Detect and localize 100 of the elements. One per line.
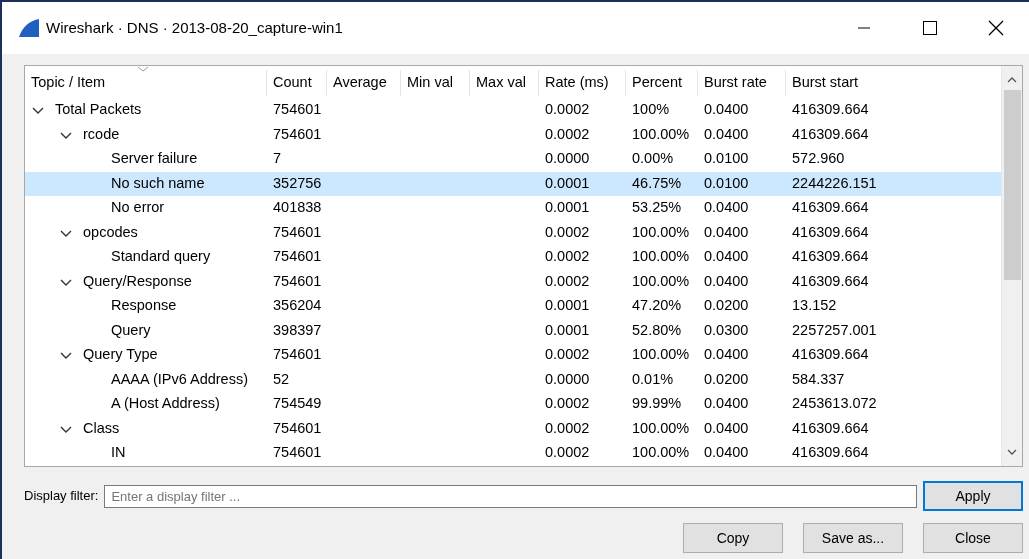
tree-row[interactable]: Query/Response 754601 0.0002 100.00% 0.0400 416309.664 bbox=[25, 269, 1001, 294]
table-cell-text: 416309.664 bbox=[791, 345, 870, 365]
table-cell-text: 356204 bbox=[272, 296, 323, 316]
tree-item-label: No such name bbox=[111, 173, 205, 193]
table-cell-text: 754601 bbox=[272, 100, 323, 120]
table-cell-text: 47.20% bbox=[631, 296, 683, 316]
table-cell-text: 416309.664 bbox=[791, 443, 870, 463]
sort-indicator-icon bbox=[137, 66, 149, 72]
table-cell-text: 100.00% bbox=[631, 271, 691, 291]
table-cell-text: 416309.664 bbox=[791, 124, 870, 144]
table-cell-text: 2453613.072 bbox=[791, 394, 878, 414]
tree-row[interactable]: Total Packets 754601 0.0002 100% 0.0400 416309.664 bbox=[25, 98, 1001, 123]
table-cell-text: 100.00% bbox=[631, 345, 691, 365]
table-cell-text: 0.0002 bbox=[544, 418, 591, 438]
table-cell-text: 0.0002 bbox=[544, 222, 591, 242]
table-cell-text: 0.0200 bbox=[703, 296, 750, 316]
dialog-button[interactable]: Save as... bbox=[803, 523, 903, 553]
table-cell-text: 46.75% bbox=[631, 173, 683, 193]
table-cell-text: 0.0001 bbox=[544, 296, 591, 316]
tree-item-label: Query/Response bbox=[83, 271, 192, 291]
table-cell-text: 754601 bbox=[272, 271, 323, 291]
table-cell-text: 100.00% bbox=[631, 443, 691, 463]
table-cell-text: 754601 bbox=[272, 222, 323, 242]
table-cell-text: 0.0002 bbox=[544, 124, 591, 144]
table-cell-text: 754601 bbox=[272, 124, 323, 144]
dialog-button[interactable]: Close bbox=[923, 523, 1023, 553]
table-cell-text: 754549 bbox=[272, 394, 323, 414]
tree-item-label: AAAA (IPv6 Address) bbox=[111, 369, 248, 389]
table-cell-text: 352756 bbox=[272, 173, 323, 193]
close-icon bbox=[988, 20, 1004, 36]
table-cell-text: 0.0002 bbox=[544, 100, 591, 120]
filter-label: Display filter: bbox=[24, 487, 99, 506]
tree-item-label: Server failure bbox=[111, 149, 198, 169]
tree-row[interactable]: Query 398397 0.0001 52.80% 0.0300 2257257.001 bbox=[25, 318, 1001, 343]
table-cell-text: 0.0400 bbox=[703, 100, 750, 120]
table-cell-text: 0.0002 bbox=[544, 271, 591, 291]
table-cell-text: 584.337 bbox=[791, 369, 846, 389]
display-filter-field[interactable]: Enter a display filter ... bbox=[104, 484, 917, 508]
tree-row[interactable]: rcode 754601 0.0002 100.00% 0.0400 416309.664 bbox=[25, 122, 1001, 147]
tree-item-label: rcode bbox=[83, 124, 120, 144]
app-logo-icon bbox=[18, 18, 40, 38]
table-cell-text: 416309.664 bbox=[791, 222, 870, 242]
table-cell-text: 100% bbox=[631, 100, 671, 120]
tree-row[interactable]: A (Host Address) 754549 0.0002 99.99% 0.0400 2453613.072 bbox=[25, 392, 1001, 417]
tree-item-label: Response bbox=[111, 296, 177, 316]
column-header[interactable]: Burst rate bbox=[698, 70, 786, 96]
table-cell-text: 401838 bbox=[272, 198, 323, 218]
tree-row[interactable]: IN 754601 0.0002 100.00% 0.0400 416309.664 bbox=[25, 441, 1001, 466]
tree-row[interactable]: Class 754601 0.0002 100.00% 0.0400 416309.664 bbox=[25, 416, 1001, 441]
table-cell-text: 100.00% bbox=[631, 418, 691, 438]
apply-button[interactable]: Apply bbox=[923, 481, 1023, 511]
column-header[interactable]: Average bbox=[327, 70, 401, 96]
column-header[interactable]: Percent bbox=[626, 70, 698, 96]
table-cell-text: 0.0000 bbox=[544, 149, 591, 169]
window-title: Wireshark · DNS · 2013-08-20_capture-win1 bbox=[46, 17, 343, 38]
column-header[interactable]: Rate (ms) bbox=[539, 70, 626, 96]
column-header[interactable]: Topic / Item bbox=[25, 70, 267, 96]
table-cell-text: 100.00% bbox=[631, 124, 691, 144]
tree-item-label: Query bbox=[111, 320, 151, 340]
tree-row[interactable]: Query Type 754601 0.0002 100.00% 0.0400 416309.664 bbox=[25, 343, 1001, 368]
table-cell-text: 0.0400 bbox=[703, 443, 750, 463]
table-cell-text: 0.0002 bbox=[544, 394, 591, 414]
column-header[interactable]: Burst start bbox=[786, 70, 1001, 96]
column-header[interactable]: Count bbox=[267, 70, 327, 96]
tree-row[interactable]: Response 356204 0.0001 47.20% 0.0200 13.152 bbox=[25, 294, 1001, 319]
table-cell-text: 416309.664 bbox=[791, 198, 870, 218]
table-cell-text: 100.00% bbox=[631, 247, 691, 267]
table-cell-text: 100.00% bbox=[631, 222, 691, 242]
table-cell-text: 0.0400 bbox=[703, 394, 750, 414]
tree-row[interactable]: No such name 352756 0.0001 46.75% 0.0100 2244226.151 bbox=[25, 171, 1001, 196]
tree-row[interactable]: AAAA (IPv6 Address) 52 0.0000 0.01% 0.0200 584.337 bbox=[25, 367, 1001, 392]
table-cell-text: 416309.664 bbox=[791, 271, 870, 291]
column-header[interactable]: Min val bbox=[401, 70, 470, 96]
table-cell-text: 0.0100 bbox=[703, 149, 750, 169]
table-cell-text: 2257257.001 bbox=[791, 320, 878, 340]
table-cell-text: 0.0001 bbox=[544, 320, 591, 340]
table-cell-text: 0.0001 bbox=[544, 198, 591, 218]
table-cell-text: 0.0400 bbox=[703, 345, 750, 365]
table-cell-text: 0.0002 bbox=[544, 345, 591, 365]
table-cell-text: 52 bbox=[272, 369, 291, 389]
table-cell-text: 0.0002 bbox=[544, 443, 591, 463]
tree-row[interactable]: Server failure 7 0.0000 0.00% 0.0100 572.960 bbox=[25, 147, 1001, 172]
table-cell-text: 7 bbox=[272, 149, 283, 169]
tree-item-label: Class bbox=[83, 418, 120, 438]
scrollbar[interactable] bbox=[1001, 66, 1022, 466]
column-header[interactable]: Max val bbox=[470, 70, 539, 96]
table-cell-text: 0.0400 bbox=[703, 124, 750, 144]
tree-row[interactable]: opcodes 754601 0.0002 100.00% 0.0400 416309.664 bbox=[25, 220, 1001, 245]
tree-item-label: A (Host Address) bbox=[111, 394, 220, 414]
tree-row[interactable]: No error 401838 0.0001 53.25% 0.0400 416309.664 bbox=[25, 196, 1001, 221]
table-cell-text: 416309.664 bbox=[791, 418, 870, 438]
table-cell-text: 754601 bbox=[272, 418, 323, 438]
table-cell-text: 416309.664 bbox=[791, 247, 870, 267]
table-cell-text: 416309.664 bbox=[791, 100, 870, 120]
tree-row[interactable]: Standard query 754601 0.0002 100.00% 0.0400 416309.664 bbox=[25, 245, 1001, 270]
maximize-icon bbox=[923, 21, 937, 35]
table-cell-text: 754601 bbox=[272, 443, 323, 463]
dialog-button[interactable]: Copy bbox=[683, 523, 783, 553]
tree-item-label: Standard query bbox=[111, 247, 211, 267]
tree-item-label: IN bbox=[111, 443, 126, 463]
